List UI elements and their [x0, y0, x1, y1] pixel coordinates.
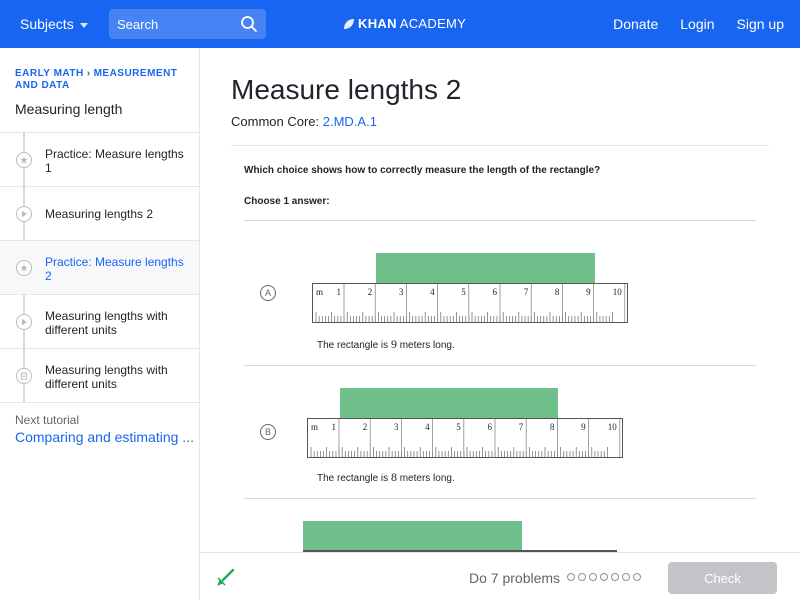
- ruler-number: 3: [394, 422, 399, 432]
- chevron-right-icon: ›: [86, 68, 91, 79]
- donate-link[interactable]: Donate: [613, 16, 658, 32]
- divider: [231, 145, 769, 146]
- common-core-label: Common Core:: [231, 114, 320, 129]
- progress-dots: [567, 573, 641, 581]
- unit-title[interactable]: Measuring length: [15, 101, 122, 117]
- logo-khan: KHAN: [358, 16, 397, 31]
- ruler-number: 7: [524, 287, 529, 297]
- next-tutorial-link[interactable]: Comparing and estimating ...: [15, 429, 194, 445]
- ruler-number: 2: [368, 287, 373, 297]
- ruler-unit-label: m: [311, 422, 318, 432]
- ruler-number: 10: [613, 287, 623, 297]
- sidebar-item-label: Measuring lengths with different units: [45, 309, 168, 337]
- progress-dot: [589, 573, 597, 581]
- choose-label: Choose 1 answer:: [244, 196, 330, 207]
- subjects-label: Subjects: [20, 16, 74, 32]
- check-button[interactable]: Check: [668, 562, 777, 594]
- sidebar-item-label: Measuring lengths 2: [45, 207, 154, 221]
- sidebar-item-practice-2[interactable]: Practice: Measure lengths 2: [0, 241, 199, 295]
- ruler: m 1 2 3 4 5 6 7 8 9 10: [307, 418, 623, 458]
- choice-letter[interactable]: A: [260, 285, 276, 301]
- caption-value: 9: [390, 337, 397, 351]
- sidebar-item-label: Measuring lengths with different units: [45, 363, 168, 391]
- breadcrumb-course[interactable]: EARLY MATH: [15, 68, 84, 79]
- progress-dot: [611, 573, 619, 581]
- ruler-number: 9: [586, 287, 591, 297]
- ruler-number: 2: [363, 422, 368, 432]
- leaf-icon: [344, 18, 354, 29]
- sidebar-items: Practice: Measure lengths 1 Measuring le…: [0, 132, 199, 403]
- common-core-link[interactable]: 2.MD.A.1: [323, 114, 377, 129]
- search-input[interactable]: [117, 9, 232, 39]
- ruler-number: 4: [425, 422, 430, 432]
- ruler: m 1 2 3 4 5 6 7 8 9 10: [312, 283, 628, 323]
- khan-academy-logo[interactable]: KHAN ACADEMY: [343, 16, 466, 31]
- ruler-number: 8: [555, 287, 560, 297]
- caption-suffix: meters long.: [399, 340, 455, 351]
- sidebar-item-video-2[interactable]: Measuring lengths 2: [0, 187, 199, 241]
- progress-dot: [578, 573, 586, 581]
- sidebar-item-practice-1[interactable]: Practice: Measure lengths 1: [0, 133, 199, 187]
- star-icon: [16, 152, 32, 168]
- logo-academy: ACADEMY: [399, 16, 467, 31]
- chevron-down-icon: [79, 22, 88, 28]
- search-icon[interactable]: [240, 15, 258, 33]
- choice-caption: The rectangle is 8 meters long.: [317, 470, 455, 485]
- divider: [244, 498, 756, 499]
- question-text: Which choice shows how to correctly meas…: [244, 165, 601, 176]
- ruler-unit-label: m: [316, 287, 323, 297]
- ruler-number: 5: [461, 287, 466, 297]
- ruler-number: 1: [332, 422, 337, 432]
- sidebar-item-video-units[interactable]: Measuring lengths with different units: [0, 295, 199, 349]
- play-icon: [16, 314, 32, 330]
- progress-dot: [600, 573, 608, 581]
- divider: [244, 220, 756, 221]
- ruler-number: 9: [581, 422, 586, 432]
- sidebar-item-label: Practice: Measure lengths 1: [45, 147, 184, 175]
- top-nav: Subjects KHANACADEMY Donate Login Sign u…: [0, 0, 800, 48]
- caption-value: 8: [390, 470, 397, 484]
- subjects-menu[interactable]: Subjects: [20, 16, 88, 32]
- problem-count-label: Do 7 problems: [469, 570, 561, 586]
- ruler-number: 6: [493, 287, 498, 297]
- rectangle: [376, 253, 595, 283]
- sidebar: EARLY MATH › MEASUREMENT AND DATA Measurin…: [0, 48, 200, 600]
- caption-prefix: The rectangle is: [317, 340, 389, 351]
- ruler-number: 3: [399, 287, 404, 297]
- caption-suffix: meters long.: [399, 473, 455, 484]
- ruler-number: 7: [519, 422, 524, 432]
- article-icon: [16, 368, 32, 384]
- nav-links: Donate Login Sign up: [613, 16, 784, 32]
- next-tutorial-label: Next tutorial: [15, 413, 80, 427]
- progress-dot: [567, 573, 575, 581]
- progress-dot: [622, 573, 630, 581]
- progress-dot: [633, 573, 641, 581]
- rectangle: [303, 521, 522, 551]
- signup-link[interactable]: Sign up: [737, 16, 784, 32]
- rectangle: [340, 388, 558, 418]
- broom-icon[interactable]: [214, 567, 236, 589]
- divider: [244, 365, 756, 366]
- ruler-number: 5: [456, 422, 461, 432]
- ruler-number: 4: [430, 287, 435, 297]
- choice-letter[interactable]: B: [260, 424, 276, 440]
- sidebar-item-label: Practice: Measure lengths 2: [45, 255, 184, 283]
- ruler-number: 6: [488, 422, 493, 432]
- choice-caption: The rectangle is 9 meters long.: [317, 337, 455, 352]
- page-title: Measure lengths 2: [231, 74, 462, 105]
- bottom-bar: Do 7 problems Check: [200, 552, 800, 600]
- star-icon: [16, 260, 32, 276]
- login-link[interactable]: Login: [680, 16, 714, 32]
- sidebar-item-article-units[interactable]: Measuring lengths with different units: [0, 349, 199, 403]
- ruler-number: 10: [608, 422, 618, 432]
- common-core: Common Core: 2.MD.A.1: [231, 114, 377, 129]
- ruler-number: 1: [337, 287, 342, 297]
- breadcrumb: EARLY MATH › MEASUREMENT AND DATA: [15, 68, 190, 92]
- caption-prefix: The rectangle is: [317, 473, 389, 484]
- search-box: [109, 9, 266, 39]
- play-icon: [16, 206, 32, 222]
- ruler-number: 8: [550, 422, 555, 432]
